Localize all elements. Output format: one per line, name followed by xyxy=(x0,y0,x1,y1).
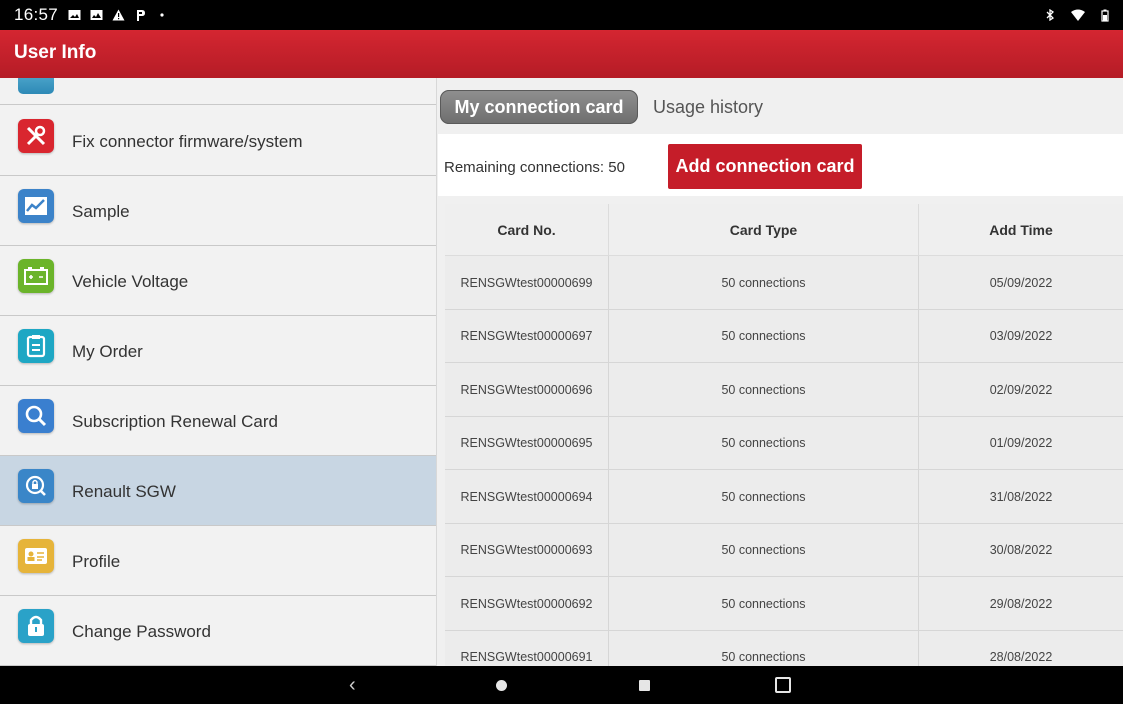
table-row[interactable]: RENSGWtest00000694 50 connections 31/08/20… xyxy=(445,470,1123,524)
sidebar-item-label: Sample xyxy=(72,202,130,221)
cell-card-no: RENSGWtest00000696 xyxy=(445,363,609,416)
id-card-icon xyxy=(18,539,54,573)
column-header-card-no: Card No. xyxy=(445,204,609,256)
cell-add-time: 30/08/2022 xyxy=(989,543,1053,557)
sidebar-item-label: Profile xyxy=(72,552,121,571)
sidebar-item-renault-sgw[interactable]: Renault SGW xyxy=(0,456,436,526)
sidebar-item-change-password[interactable]: Change Password xyxy=(0,596,436,666)
table-row[interactable]: RENSGWtest00000693 50 connections 30/08/20… xyxy=(445,523,1123,577)
magnifier-icon xyxy=(18,399,54,433)
table-row[interactable]: RENSGWtest00000696 50 connections 02/09/20… xyxy=(445,363,1123,417)
cell-card-type: 50 connections xyxy=(609,256,919,309)
connection-toolbar: Remaining connections: 50 Add connection… xyxy=(438,134,1123,196)
tab-usage-history[interactable]: Usage history xyxy=(653,97,763,118)
gallery-notification-icon xyxy=(68,10,81,20)
chart-icon xyxy=(18,189,54,223)
battery-icon xyxy=(18,259,54,293)
navigation-bar: ‹ xyxy=(0,666,1123,704)
sidebar-item-fix-connector[interactable]: Fix connector firmware/system xyxy=(0,106,436,176)
cell-add-time: 05/09/2022 xyxy=(989,275,1053,290)
cell-card-no: RENSGWtest00000695 xyxy=(445,416,609,470)
tab-bar: My connection card Usage history xyxy=(438,78,1123,134)
cell-card-no: RENSGWtest00000697 xyxy=(445,309,609,363)
sidebar-item-partial[interactable] xyxy=(0,78,436,105)
cell-card-no: RENSGWtest00000693 xyxy=(445,523,609,577)
sidebar-item-sample[interactable]: Sample xyxy=(0,176,436,246)
content-panel: My connection card Usage history Remaini… xyxy=(438,78,1123,666)
partial-item-icon xyxy=(18,78,54,94)
main-area: Fix connector firmware/system Sample Veh… xyxy=(0,78,1123,666)
title-bar: User Info xyxy=(0,30,1123,78)
cell-card-type: 50 connections xyxy=(609,470,919,523)
cell-card-type: 50 connections xyxy=(609,309,919,363)
back-icon[interactable]: ‹ xyxy=(349,674,356,697)
sidebar-item-label: Subscription Renewal Card xyxy=(72,412,278,431)
home-icon[interactable] xyxy=(496,680,507,691)
column-header-card-type: Card Type xyxy=(609,204,919,256)
table-row[interactable]: RENSGWtest00000695 50 connections 01/09/20… xyxy=(445,416,1123,470)
wifi-icon xyxy=(1071,9,1085,21)
lock-search-icon xyxy=(18,469,54,503)
connection-card-table: Card No. Card Type Add Time RENSGWtest00… xyxy=(445,204,1123,666)
cell-add-time: 29/08/2022 xyxy=(989,596,1053,611)
bluetooth-icon xyxy=(1046,9,1055,21)
sidebar-item-label: My Order xyxy=(72,342,143,361)
status-time: 16:57 xyxy=(14,5,59,24)
cell-add-time: 28/08/2022 xyxy=(989,650,1053,664)
cell-add-time: 01/09/2022 xyxy=(989,436,1053,450)
clipboard-icon xyxy=(18,329,54,363)
sidebar-item-my-order[interactable]: My Order xyxy=(0,316,436,386)
table-body: RENSGWtest00000699 50 connections 05/09/20… xyxy=(445,256,1123,666)
sidebar-item-label: Renault SGW xyxy=(72,482,176,501)
sidebar-item-label: Change Password xyxy=(72,622,211,641)
table-row[interactable]: RENSGWtest00000699 50 connections 05/09/20… xyxy=(445,256,1123,310)
screenshot-icon[interactable] xyxy=(775,677,791,693)
cell-card-type: 50 connections xyxy=(609,630,919,666)
cell-card-type: 50 connections xyxy=(609,363,919,416)
status-bar: 16:57 xyxy=(0,0,1123,30)
recent-apps-icon[interactable] xyxy=(639,680,650,691)
table-row[interactable]: RENSGWtest00000692 50 connections 29/08/20… xyxy=(445,577,1123,631)
tab-my-connection-card[interactable]: My connection card xyxy=(440,90,638,124)
remaining-connections-label: Remaining connections: xyxy=(444,159,605,176)
table-row[interactable]: RENSGWtest00000697 50 connections 03/09/20… xyxy=(445,309,1123,363)
cell-card-no: RENSGWtest00000694 xyxy=(445,470,609,523)
table-header: Card No. Card Type Add Time xyxy=(445,204,1123,256)
sidebar[interactable]: Fix connector firmware/system Sample Veh… xyxy=(0,78,437,666)
p-notification-icon xyxy=(137,10,146,21)
cell-card-type: 50 connections xyxy=(609,416,919,470)
column-header-add-time: Add Time xyxy=(989,222,1053,238)
sidebar-item-subscription-renewal[interactable]: Subscription Renewal Card xyxy=(0,386,436,456)
tools-icon xyxy=(18,119,54,153)
cell-card-no: RENSGWtest00000699 xyxy=(445,256,609,309)
sidebar-item-label: Fix connector firmware/system xyxy=(72,132,303,151)
cell-card-type: 50 connections xyxy=(609,523,919,577)
add-connection-card-button[interactable]: Add connection card xyxy=(668,144,862,189)
sidebar-item-vehicle-voltage[interactable]: Vehicle Voltage xyxy=(0,246,436,316)
cell-add-time: 31/08/2022 xyxy=(989,489,1053,504)
warning-icon xyxy=(112,9,125,21)
system-icons xyxy=(1045,0,1109,30)
cell-add-time: 03/09/2022 xyxy=(989,329,1053,343)
cell-card-no: RENSGWtest00000691 xyxy=(445,630,609,666)
table-row[interactable]: RENSGWtest00000691 50 connections 28/08/20… xyxy=(445,630,1123,666)
image-notification-icon xyxy=(90,10,103,20)
more-dot-icon xyxy=(160,13,164,17)
cell-add-time: 02/09/2022 xyxy=(989,382,1053,397)
page-title: User Info xyxy=(14,42,97,63)
cell-card-type: 50 connections xyxy=(609,577,919,630)
sidebar-item-profile[interactable]: Profile xyxy=(0,526,436,596)
sidebar-item-label: Vehicle Voltage xyxy=(72,272,189,291)
cell-card-no: RENSGWtest00000692 xyxy=(445,577,609,630)
notification-icons xyxy=(68,9,169,21)
battery-status-icon xyxy=(1101,9,1109,22)
padlock-icon xyxy=(18,609,54,643)
remaining-connections-value: 50 xyxy=(608,159,625,176)
remaining-connections: Remaining connections: 50 xyxy=(444,159,625,176)
